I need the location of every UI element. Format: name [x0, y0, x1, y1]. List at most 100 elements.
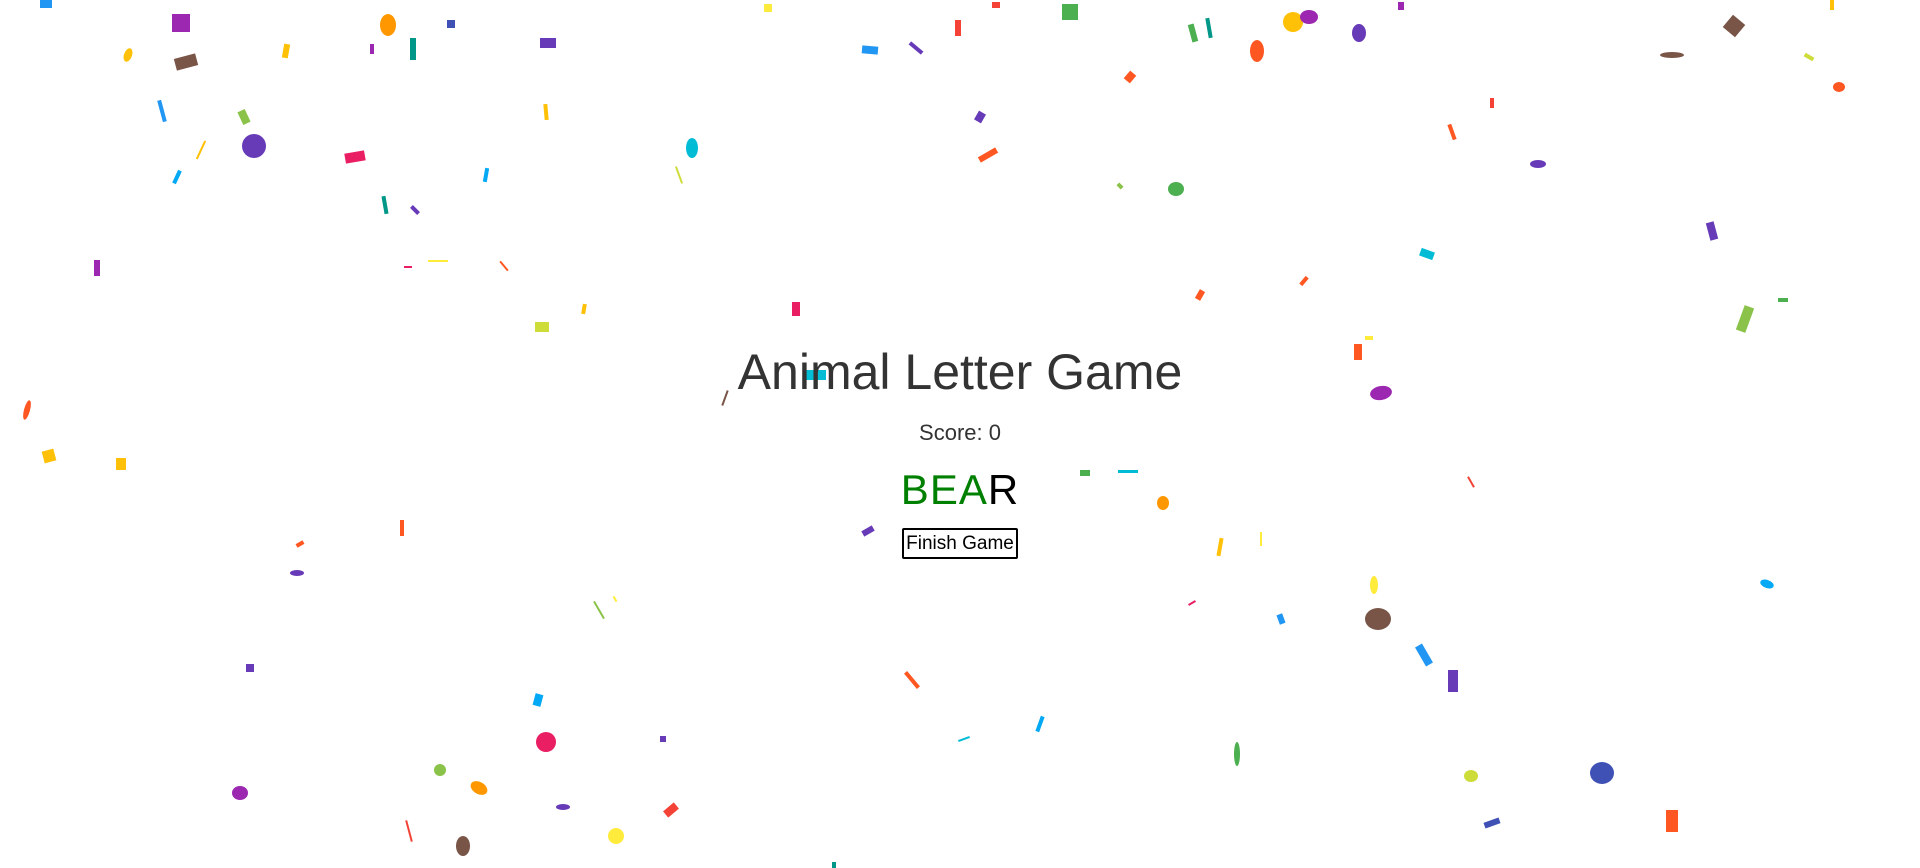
confetti-piece — [832, 862, 836, 868]
confetti-piece — [1483, 817, 1501, 829]
confetti-piece — [908, 41, 924, 55]
confetti-piece — [1778, 298, 1788, 302]
finish-game-button[interactable]: Finish Game — [902, 528, 1018, 559]
confetti-piece — [232, 786, 248, 800]
confetti-piece — [281, 43, 291, 59]
confetti-piece — [1398, 2, 1404, 10]
confetti-piece — [977, 147, 999, 163]
confetti-piece — [1660, 52, 1684, 58]
confetti-piece — [237, 108, 251, 126]
confetti-piece — [532, 693, 544, 707]
confetti-piece — [447, 20, 455, 28]
confetti-piece — [556, 804, 570, 810]
confetti-piece — [1490, 98, 1494, 108]
confetti-piece — [536, 732, 556, 752]
confetti-piece — [1194, 289, 1206, 301]
confetti-piece — [663, 802, 679, 818]
confetti-piece — [40, 0, 52, 8]
confetti-piece — [660, 736, 666, 742]
confetti-piece — [468, 778, 490, 798]
confetti-piece — [1187, 23, 1199, 43]
confetti-piece — [482, 167, 490, 183]
confetti-piece — [1123, 70, 1137, 84]
confetti-piece — [674, 166, 684, 184]
confetti-piece — [404, 266, 412, 268]
confetti-piece — [290, 570, 304, 576]
confetti-piece — [792, 302, 800, 316]
word-letter-correct: A — [958, 466, 988, 513]
confetti-piece — [1447, 123, 1457, 141]
confetti-piece — [157, 99, 167, 123]
confetti-piece — [1188, 600, 1196, 606]
confetti-piece — [370, 44, 374, 54]
confetti-piece — [535, 322, 549, 332]
confetti-piece — [1464, 770, 1478, 782]
confetti-piece — [764, 4, 772, 12]
score-display: Score: 0 — [919, 420, 1001, 445]
confetti-piece — [540, 38, 556, 48]
game-title: Animal Letter Game — [737, 344, 1183, 400]
confetti-piece — [410, 38, 416, 60]
confetti-piece — [955, 20, 961, 36]
confetti-piece — [1116, 182, 1124, 190]
confetti-piece — [195, 140, 207, 160]
confetti-piece — [1830, 0, 1834, 10]
confetti-piece — [456, 836, 470, 856]
confetti-piece — [121, 47, 135, 63]
confetti-piece — [1299, 275, 1309, 287]
confetti-piece — [410, 205, 420, 215]
confetti-piece — [1365, 608, 1391, 630]
game-screen: Animal Letter Game Score: 0 BEAR Finish … — [0, 0, 1920, 868]
confetti-piece — [1448, 670, 1458, 692]
confetti-piece — [1250, 40, 1264, 62]
confetti-piece — [1759, 577, 1775, 591]
confetti-piece — [1419, 247, 1435, 261]
confetti-piece — [958, 736, 970, 742]
game-panel: Animal Letter Game Score: 0 BEAR Finish … — [0, 340, 1920, 559]
confetti-piece — [608, 828, 624, 844]
confetti-piece — [1705, 221, 1719, 241]
confetti-piece — [1370, 576, 1378, 594]
confetti-piece — [172, 169, 182, 185]
word-letter-correct: E — [929, 466, 959, 513]
confetti-piece — [1062, 4, 1078, 20]
confetti-piece — [1168, 182, 1184, 196]
confetti-piece — [173, 53, 199, 71]
confetti-piece — [499, 260, 509, 272]
confetti-piece — [686, 138, 698, 158]
confetti-piece — [1352, 24, 1366, 42]
confetti-piece — [593, 600, 605, 620]
confetti-piece — [434, 764, 446, 776]
confetti-piece — [1276, 613, 1286, 625]
animal-word: BEAR — [0, 466, 1920, 514]
confetti-piece — [1234, 742, 1240, 766]
confetti-piece — [242, 134, 266, 158]
confetti-piece — [1590, 762, 1614, 784]
confetti-piece — [1415, 643, 1433, 667]
confetti-piece — [1300, 10, 1318, 24]
confetti-piece — [405, 820, 413, 842]
confetti-piece — [381, 195, 389, 215]
word-letter-pending: R — [987, 466, 1020, 513]
confetti-piece — [612, 595, 618, 603]
confetti-piece — [904, 671, 920, 689]
confetti-piece — [1722, 14, 1746, 38]
confetti-piece — [1735, 305, 1755, 333]
confetti-piece — [1666, 810, 1678, 832]
confetti-piece — [380, 14, 396, 36]
confetti-piece — [543, 103, 549, 121]
confetti-piece — [428, 260, 448, 262]
confetti-piece — [1205, 17, 1213, 39]
confetti-piece — [974, 110, 986, 124]
confetti-piece — [581, 303, 587, 315]
confetti-piece — [344, 150, 366, 164]
confetti-piece — [94, 260, 100, 276]
confetti-piece — [1283, 12, 1303, 32]
confetti-piece — [1035, 715, 1045, 733]
confetti-piece — [1803, 52, 1815, 62]
confetti-piece — [1833, 82, 1845, 92]
confetti-piece — [861, 45, 879, 55]
confetti-piece — [1530, 160, 1546, 168]
confetti-piece — [246, 664, 254, 672]
confetti-piece — [172, 14, 190, 32]
